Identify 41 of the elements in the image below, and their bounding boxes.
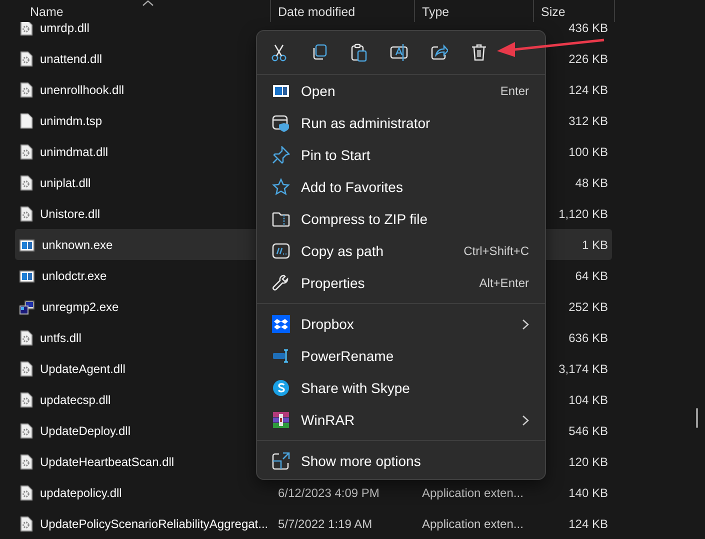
size-cell: 124 KB (568, 516, 608, 530)
size-cell: 252 KB (568, 300, 608, 314)
file-name: uniplat.dll (40, 174, 91, 192)
file-name: UpdateDeploy.dll (40, 422, 130, 440)
file-name: updatecsp.dll (40, 392, 111, 408)
size-cell: 636 KB (568, 330, 608, 344)
file-name: unregmp2.exe (42, 298, 119, 316)
file-name: updatepolicy.dll (40, 484, 122, 502)
shortcut-text: Ctrl+Shift+C (464, 243, 529, 260)
shortcut-text: Enter (500, 83, 529, 100)
size-cell: 48 KB (575, 176, 608, 190)
date-cell: 6/12/2023 4:09 PM (278, 486, 380, 500)
file-name: Unistore.dll (40, 206, 100, 222)
type-cell: Application exten... (422, 486, 524, 500)
size-cell: 546 KB (568, 424, 608, 438)
size-cell: 436 KB (568, 20, 608, 34)
size-cell: 1 KB (582, 238, 608, 252)
file-name: unimdm.tsp (40, 112, 102, 130)
file-name: unknown.exe (42, 236, 113, 254)
size-cell: 64 KB (575, 268, 608, 282)
file-name: unimdmat.dll (40, 144, 108, 160)
date-cell: 5/7/2022 1:19 AM (278, 516, 372, 530)
size-cell: 120 KB (568, 454, 608, 468)
file-name: untfs.dll (40, 330, 82, 346)
size-cell: 124 KB (568, 82, 608, 96)
file-name: unlodctr.exe (42, 268, 107, 284)
size-cell: 3,174 KB (558, 362, 608, 376)
file-name: umrdp.dll (40, 20, 90, 36)
file-name: UpdateHeartbeatScan.dll (40, 454, 174, 470)
size-cell: 100 KB (568, 144, 608, 158)
file-name: unenrollhook.dll (40, 82, 124, 98)
file-name: unattend.dll (40, 50, 102, 68)
file-name: UpdatePolicyScenarioReliabilityAggregat... (40, 516, 268, 532)
size-cell: 312 KB (568, 114, 608, 128)
size-cell: 1,120 KB (558, 206, 608, 220)
type-cell: Application exten... (422, 516, 524, 530)
file-name: UpdateAgent.dll (40, 360, 126, 378)
size-cell: 140 KB (568, 486, 608, 500)
shortcut-text: Alt+Enter (479, 275, 529, 292)
size-cell: 104 KB (568, 392, 608, 406)
size-cell: 226 KB (568, 52, 608, 66)
